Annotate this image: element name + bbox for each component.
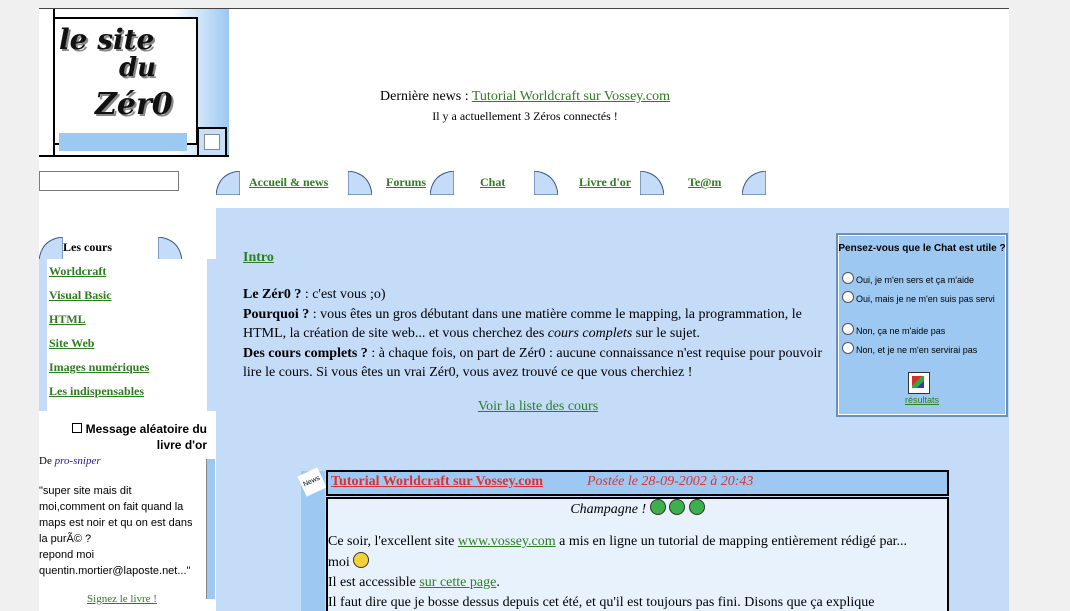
- sidebar-item-worldcraft[interactable]: Worldcraft: [49, 264, 106, 279]
- news-line-3: Il est accessible sur cette page.: [328, 573, 947, 593]
- poll-option-label: Oui, mais je ne m'en suis pas servi: [856, 294, 995, 304]
- news-header: Tutorial Worldcraft sur Vossey.com Posté…: [326, 470, 949, 496]
- tab-curve-icon: [430, 171, 454, 195]
- laugh-smiley-icon: [669, 499, 686, 515]
- intro-q3: Des cours complets ?: [243, 345, 368, 361]
- intro-text: Le Zér0 ? : c'est vous ;o) Pourquoi ? : …: [243, 285, 829, 383]
- sidebar-item-visual-basic[interactable]: Visual Basic: [49, 288, 112, 303]
- sidebar-item-images[interactable]: Images numériques: [49, 360, 149, 375]
- connected-count: Il y a actuellement 3 Zéros connectés !: [432, 109, 618, 123]
- from-label: De: [39, 455, 55, 467]
- intro-a1: : c'est vous ;o): [301, 287, 386, 302]
- latest-news: Dernière news : Tutorial Worldcraft sur …: [255, 89, 795, 105]
- tab-accueil[interactable]: Accueil & news: [249, 175, 328, 190]
- news-line-2: moi: [328, 552, 947, 573]
- guestbook-message-title-text: Message aléatoire du livre d'or: [85, 422, 207, 452]
- news-subtitle-row: Champagne !: [328, 499, 947, 520]
- guestbook-message-title: Message aléatoire du livre d'or: [57, 421, 207, 453]
- tutorial-page-link[interactable]: sur cette page: [419, 575, 496, 590]
- news-subtitle: Champagne !: [570, 502, 647, 517]
- checkbox-icon: [71, 423, 82, 433]
- poll-option-4[interactable]: Non, et je ne m'en servirai pas: [842, 342, 1004, 357]
- latest-news-link[interactable]: Tutorial Worldcraft sur Vossey.com: [472, 89, 670, 104]
- news-line-1: Ce soir, l'excellent site www.vossey.com…: [328, 532, 947, 552]
- intro-a2-em: cours complets: [547, 326, 633, 341]
- poll-question: Pensez-vous que le Chat est utile ?: [838, 243, 1006, 254]
- sidebar-item-site-web[interactable]: Site Web: [49, 336, 94, 351]
- radio-button[interactable]: [842, 291, 854, 303]
- latest-news-label: Dernière news :: [380, 89, 472, 104]
- course-list-link[interactable]: Voir la liste des cours: [478, 399, 598, 414]
- cool-smiley-icon: [353, 552, 370, 568]
- news-line-4: Il faut dire que je bosse dessus depuis …: [328, 595, 875, 610]
- tab-chat[interactable]: Chat: [480, 175, 505, 190]
- tab-livre-dor[interactable]: Livre d'or: [579, 175, 631, 190]
- tab-curve-icon: [348, 171, 372, 195]
- news-date: Postée le 28-09-2002 à 20:43: [587, 474, 754, 489]
- message-line: quentin.mortier@laposte.net...": [39, 565, 191, 577]
- message-line: "super site mais dit: [39, 485, 132, 497]
- poll-option-label: Oui, je m'en sers et ça m'aide: [856, 275, 974, 285]
- page: le site du Zér0 Dernière news : Tutorial…: [39, 8, 1009, 611]
- logo-text-line2: du: [119, 53, 157, 83]
- message-line: repond moi: [39, 549, 95, 561]
- logo-line: [53, 9, 55, 157]
- logo-text-line1: le site: [59, 23, 155, 56]
- radio-button[interactable]: [842, 323, 854, 335]
- tab-team[interactable]: Te@m: [688, 175, 721, 190]
- vote-submit-icon[interactable]: [908, 372, 930, 394]
- sidebar-item-indispensables[interactable]: Les indispensables: [49, 384, 144, 399]
- tab-curve-icon: [534, 171, 558, 195]
- intro-a2: : vous êtes un gros débutant dans une ma…: [243, 306, 802, 342]
- guestbook-message-from: De pro-sniper: [39, 455, 101, 467]
- logo-bar: [59, 133, 187, 151]
- vossey-link[interactable]: www.vossey.com: [458, 534, 556, 549]
- news-text: .: [496, 575, 500, 590]
- laugh-smiley-icon: [688, 499, 705, 515]
- message-line: maps est noir et qu on est dans: [39, 517, 193, 529]
- news-text: Il est accessible: [328, 575, 420, 590]
- tab-curve-icon: [216, 171, 240, 195]
- site-logo[interactable]: le site du Zér0: [39, 9, 229, 157]
- sign-guestbook-wrap: Signez le livre !: [39, 593, 205, 605]
- sidebar-item-html[interactable]: HTML: [49, 312, 86, 327]
- poll-option-label: Non, ça ne m'aide pas: [856, 326, 946, 336]
- sign-guestbook-link[interactable]: Signez le livre !: [87, 593, 157, 605]
- poll-option-1[interactable]: Oui, je m'en sers et ça m'aide: [842, 272, 1004, 287]
- sidebar-title: Les cours: [63, 240, 112, 254]
- intro-link-wrap: Voir la liste des cours: [243, 399, 833, 415]
- tab-forums[interactable]: Forums: [386, 175, 426, 190]
- message-scrollbar[interactable]: [206, 459, 215, 599]
- poll-results-wrap: résultats: [838, 395, 1006, 405]
- logo-text-line3: Zér0: [95, 87, 173, 122]
- poll-results-link[interactable]: résultats: [905, 395, 939, 405]
- intro-q2: Pourquoi ?: [243, 306, 310, 322]
- search-input[interactable]: [39, 171, 179, 191]
- message-line: la purÃ© ?: [39, 533, 92, 545]
- poll-option-label: Non, et je ne m'en servirai pas: [856, 345, 978, 355]
- intro-a2-end: sur le sujet.: [632, 326, 700, 341]
- news-body: Champagne ! Ce soir, l'excellent site ww…: [326, 497, 949, 611]
- radio-button[interactable]: [842, 342, 854, 354]
- tab-curve-icon: [742, 171, 766, 195]
- poll-option-3[interactable]: Non, ça ne m'aide pas: [842, 323, 1004, 338]
- guestbook-message-body: "super site mais dit moi,comment on fait…: [39, 483, 209, 579]
- logo-square-icon: [197, 127, 227, 157]
- news-text: moi: [328, 555, 350, 570]
- poll-option-2[interactable]: Oui, mais je ne m'en suis pas servi: [842, 291, 1004, 306]
- tab-curve-icon: [640, 171, 664, 195]
- sidebar-curve-icon: [158, 237, 182, 261]
- message-line: moi,comment on fait quand la: [39, 501, 184, 513]
- laugh-smiley-icon: [649, 499, 666, 515]
- news-title[interactable]: Tutorial Worldcraft sur Vossey.com: [331, 474, 543, 490]
- sidebar-curve-icon: [39, 237, 63, 261]
- radio-button[interactable]: [842, 272, 854, 284]
- intro-q1: Le Zér0 ?: [243, 287, 302, 302]
- news-text: a mis en ligne un tutorial de mapping en…: [555, 534, 908, 549]
- guestbook-author: pro-sniper: [54, 455, 101, 467]
- chat-poll: Pensez-vous que le Chat est utile ? Oui,…: [836, 233, 1008, 417]
- news-text: Ce soir, l'excellent site: [328, 534, 458, 549]
- intro-heading[interactable]: Intro: [243, 250, 274, 266]
